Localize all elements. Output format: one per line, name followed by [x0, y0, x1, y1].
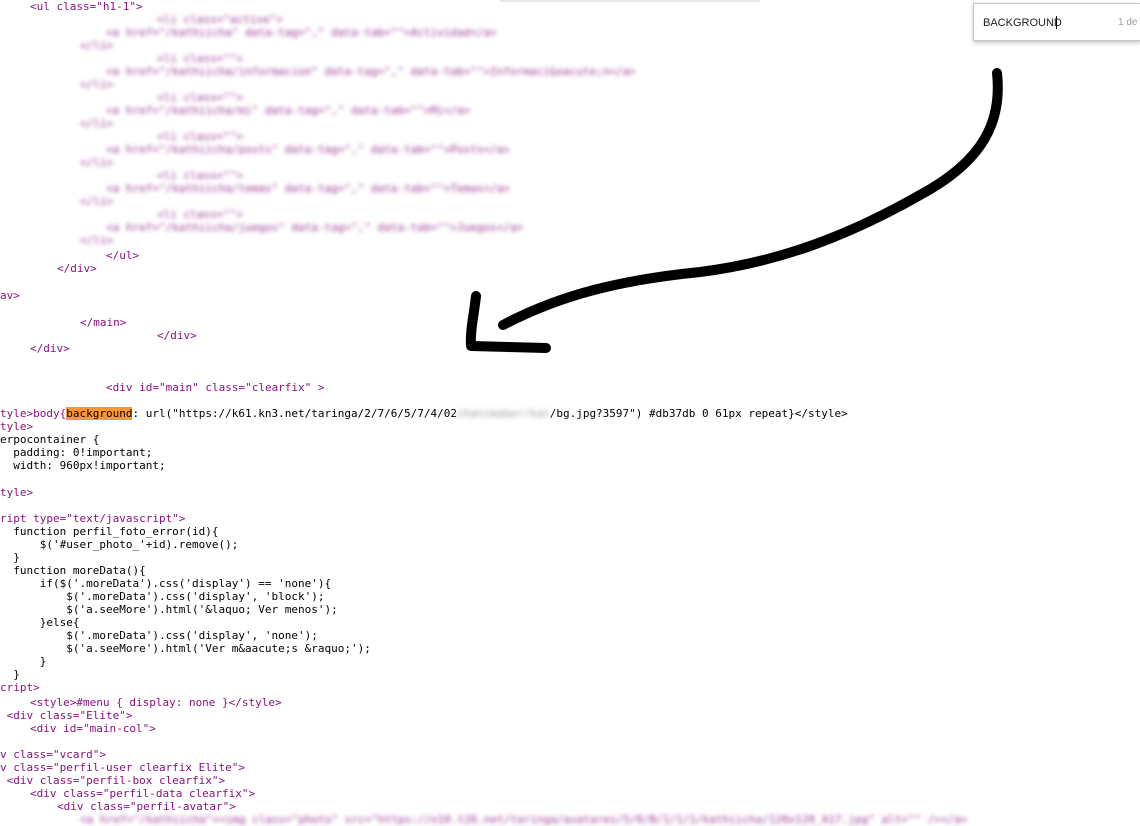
- find-match-count: 1 de: [1118, 17, 1138, 28]
- find-bar[interactable]: 1 de: [973, 3, 1140, 41]
- text-caret: [1056, 16, 1057, 29]
- hand-drawn-arrow-icon: [465, 68, 1003, 353]
- find-input[interactable]: [983, 15, 1103, 31]
